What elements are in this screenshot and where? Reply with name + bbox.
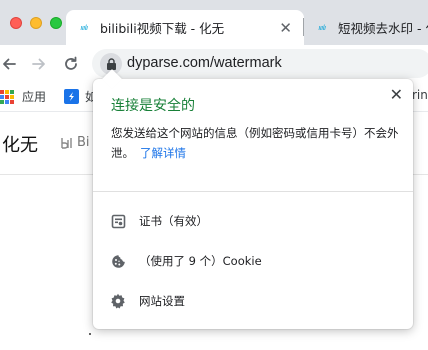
certificate-icon (109, 212, 127, 230)
logo-text: Bi (77, 135, 90, 150)
certificate-label: 证书（有效） (139, 214, 208, 228)
tab-title: bilibili视频下载 - 化无 (100, 21, 225, 36)
reload-icon (65, 56, 77, 70)
bookmark-label: ring (412, 88, 428, 102)
site-info-popup: ✕ 连接是安全的 您发送给这个网站的信息（例如密码或信用卡号）不会外泄。 了解详情… (93, 69, 413, 329)
tab-watermark-removal[interactable]: ııılı 短视频去水印 - 化无 (304, 10, 428, 45)
cookies-label: （使用了 9 个）Cookie (139, 254, 262, 268)
address-bar[interactable]: dyparse.com/watermark (92, 49, 428, 78)
tab-strip: ııılı bilibili视频下载 - 化无 ✕ ııılı 短视频去水印 -… (0, 0, 428, 45)
close-icon[interactable]: ✕ (390, 85, 403, 104)
site-settings-row[interactable]: 网站设置 (93, 283, 413, 319)
forward-arrow-icon (32, 58, 45, 69)
bookmark-item[interactable]: ring (412, 88, 428, 102)
tab-title: 短视频去水印 - 化无 (338, 21, 428, 36)
back-arrow-icon (3, 58, 16, 69)
close-window-button[interactable] (10, 17, 22, 29)
tab-close-icon[interactable]: ✕ (279, 19, 292, 37)
cookies-row[interactable]: （使用了 9 个）Cookie (93, 243, 413, 279)
forward-button[interactable] (28, 45, 50, 82)
apps-grid-icon (0, 89, 14, 104)
site-favicon-icon: ııılı (318, 23, 326, 32)
browser-toolbar: dyparse.com/watermark (0, 45, 428, 82)
blue-bookmark-icon (64, 89, 79, 104)
tab-bilibili-download[interactable]: ııılı bilibili视频下载 - 化无 ✕ (66, 10, 304, 45)
divider (93, 191, 413, 192)
minimize-window-button[interactable] (30, 17, 42, 29)
bookmark-label: 应用 (22, 90, 47, 104)
bilibili-icon (61, 137, 72, 149)
bookmark-apps[interactable]: 应用 (0, 88, 46, 105)
connection-secure-title: 连接是安全的 (111, 98, 195, 114)
site-name[interactable]: 化无 (2, 131, 38, 157)
bilibili-logo[interactable]: Bi (60, 135, 90, 150)
learn-more-link[interactable]: 了解详情 (140, 146, 186, 160)
certificate-row[interactable]: 证书（有效） (93, 203, 413, 239)
cookie-icon (109, 252, 127, 270)
url-text: dyparse.com/watermark (127, 55, 282, 71)
connection-description: 您发送给这个网站的信息（例如密码或信用卡号）不会外泄。 了解详情 (111, 123, 401, 163)
back-button[interactable] (0, 45, 18, 82)
site-settings-label: 网站设置 (139, 294, 185, 308)
reload-button[interactable] (60, 45, 82, 82)
site-favicon-icon: ııılı (80, 23, 88, 32)
gear-icon (109, 292, 127, 310)
page-dot (89, 333, 91, 335)
maximize-window-button[interactable] (50, 17, 62, 29)
